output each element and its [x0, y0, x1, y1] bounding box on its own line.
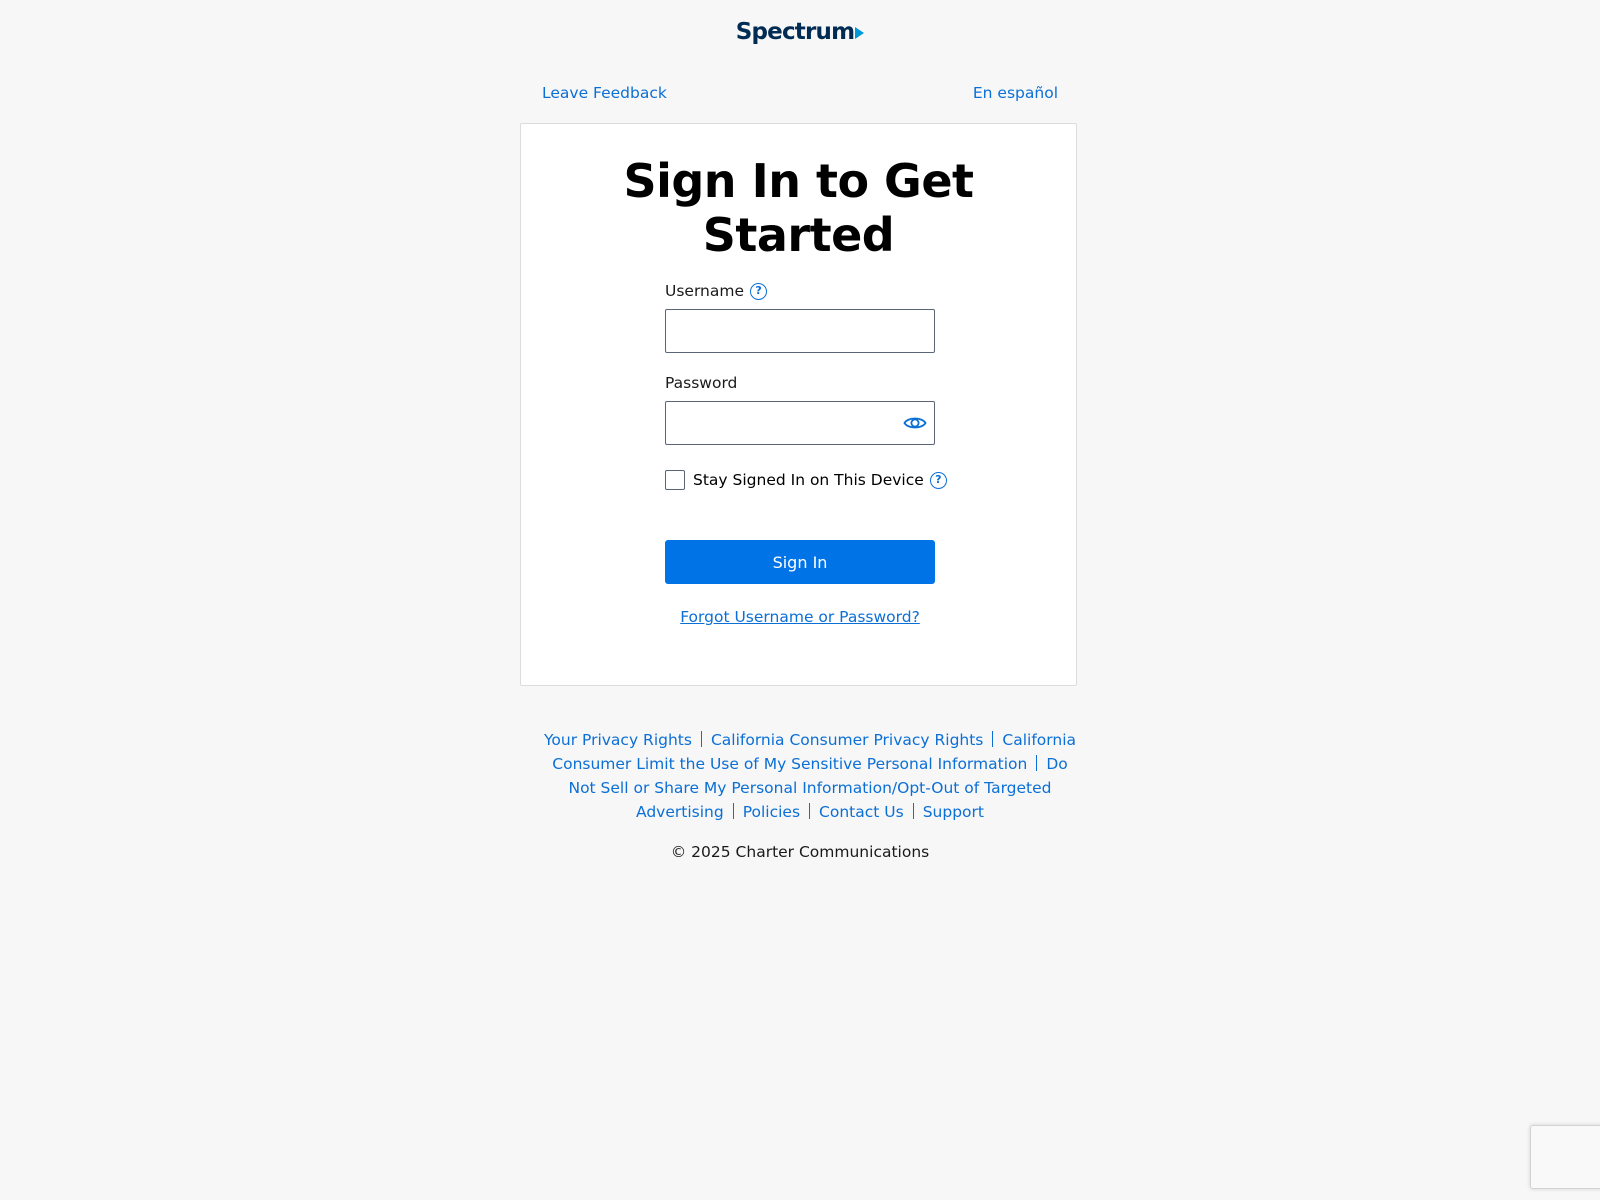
copyright-text: © 2025 Charter Communications [670, 843, 930, 861]
stay-signed-in-label: Stay Signed In on This Device ? [693, 470, 947, 490]
footer-divider [992, 731, 994, 747]
footer-divider [700, 731, 702, 747]
logo-wordmark: Spectrum [735, 18, 855, 45]
username-label-text: Username [665, 282, 745, 300]
password-label-text: Password [665, 374, 738, 392]
username-input[interactable] [665, 309, 935, 353]
sign-in-button[interactable]: Sign In [665, 540, 935, 584]
username-help-icon[interactable]: ? [750, 282, 768, 300]
recaptcha-badge[interactable] [1530, 1125, 1600, 1189]
spectrum-logo: Spectrum [0, 18, 1600, 45]
top-links: Leave Feedback En español [542, 84, 1058, 102]
footer-link-policies[interactable]: Policies [743, 803, 800, 821]
footer-links: Your Privacy Rights California Consumer P… [540, 728, 1080, 824]
footer-link-privacy-rights[interactable]: Your Privacy Rights [544, 731, 692, 749]
page-title: Sign In to Get Started [623, 154, 974, 262]
footer-divider [1036, 755, 1038, 771]
footer-link-contact-us[interactable]: Contact Us [819, 803, 904, 821]
footer-link-support[interactable]: Support [923, 803, 984, 821]
footer-link-california-privacy[interactable]: California Consumer Privacy Rights [711, 731, 983, 749]
leave-feedback-link[interactable]: Leave Feedback [542, 84, 667, 102]
logo-arrow-icon [855, 26, 865, 39]
password-label: Password [665, 374, 737, 392]
password-input[interactable] [665, 401, 935, 445]
footer-divider [809, 803, 811, 819]
signin-card: Sign In to Get Started Username ? Passwo… [520, 123, 1077, 686]
username-label: Username ? [665, 282, 768, 300]
eye-icon[interactable] [903, 411, 927, 435]
stay-signed-in-help-icon[interactable]: ? [929, 471, 947, 489]
footer-divider [912, 803, 914, 819]
forgot-credentials-link[interactable]: Forgot Username or Password? [665, 608, 935, 626]
footer-divider [732, 803, 734, 819]
stay-signed-in-checkbox[interactable] [665, 470, 685, 490]
stay-signed-in-text: Stay Signed In on This Device [693, 471, 924, 489]
language-toggle-link[interactable]: En español [973, 84, 1058, 102]
